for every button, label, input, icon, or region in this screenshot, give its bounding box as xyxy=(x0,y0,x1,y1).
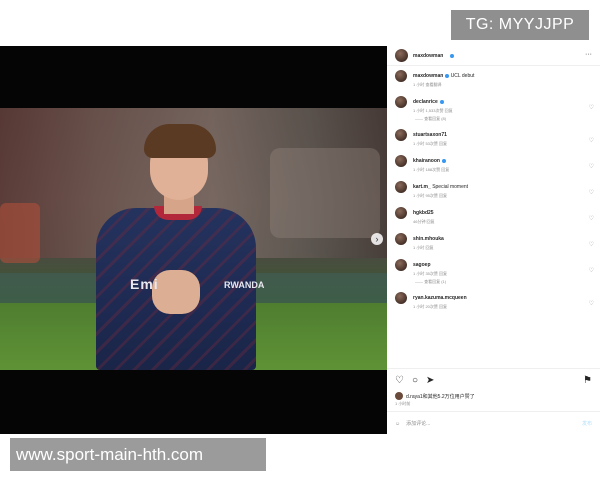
avatar[interactable] xyxy=(395,49,408,62)
add-comment-bar: ☺ 添加评论... 发布 xyxy=(387,411,600,435)
comment-meta: 1 小时 95次赞 回复 xyxy=(413,193,448,198)
instagram-post-viewer: Emi RWANDA › maxdowman ··· maxdowman UCL… xyxy=(0,46,600,434)
comment-item: kart.m_ Special moment 1 小时 95次赞 回复 ♡ xyxy=(387,181,600,207)
watermark-url: www.sport-main-hth.com xyxy=(10,438,266,471)
like-comment-icon[interactable]: ♡ xyxy=(589,215,594,222)
avatar[interactable] xyxy=(395,96,407,108)
like-comment-icon[interactable]: ♡ xyxy=(589,189,594,196)
like-comment-icon[interactable]: ♡ xyxy=(589,104,594,111)
comment-meta: 1 小时 188次赞 回复 xyxy=(413,167,450,172)
comment-item: hgkbd25 46分钟 回复 ♡ xyxy=(387,207,600,233)
post-date: 1 小时前 xyxy=(395,401,411,406)
comment-meta: 1 小时 53次赞 回复 xyxy=(413,141,448,146)
comment-user[interactable]: sagoep xyxy=(413,262,431,268)
like-comment-icon[interactable]: ♡ xyxy=(589,241,594,248)
next-slide-icon[interactable]: › xyxy=(371,233,383,245)
verified-badge-icon xyxy=(445,73,450,78)
comment-meta: 46分钟 回复 xyxy=(413,219,435,224)
verified-badge-icon xyxy=(439,99,444,104)
player-figure: Emi RWANDA xyxy=(88,124,264,370)
post-actions: ♡ ○ ➤ ⚑ d.raya1和其他5.2万位用户赞了 1 小时前 ☺ 添加评论… xyxy=(387,368,600,434)
more-options-icon[interactable]: ··· xyxy=(585,51,592,58)
comment-item: shin.mhouka 1 小时 回复 ♡ xyxy=(387,233,600,259)
bookmark-icon[interactable]: ⚑ xyxy=(583,375,592,386)
comment-user[interactable]: kart.m_ xyxy=(413,184,431,190)
avatar[interactable] xyxy=(395,129,407,141)
avatar[interactable] xyxy=(395,70,407,82)
comment-user[interactable]: shin.mhouka xyxy=(413,236,444,242)
comment-meta: 1 小时 1,533次赞 回复 xyxy=(413,108,453,113)
comment-meta: 1 小时 查看翻译 xyxy=(413,82,442,87)
comment-meta: 1 小时 20次赞 回复 xyxy=(413,304,448,309)
like-comment-icon[interactable]: ♡ xyxy=(589,267,594,274)
comment-user[interactable]: khairanoon xyxy=(413,158,440,164)
avatar[interactable] xyxy=(395,155,407,167)
post-comment-button[interactable]: 发布 xyxy=(582,420,592,427)
comment-meta: 1 小时 35次赞 回复 xyxy=(413,271,448,276)
comments-list: maxdowman UCL debut 1 小时 查看翻译 declanrice… xyxy=(387,70,600,318)
comment-item: khairanoon 1 小时 188次赞 回复 ♡ xyxy=(387,155,600,181)
screenshot-root: TG: MYYJJPP Emi RWANDA › maxdowman ··· m… xyxy=(0,0,600,480)
verified-badge-icon xyxy=(441,158,446,163)
like-comment-icon[interactable]: ♡ xyxy=(589,163,594,170)
like-comment-icon[interactable]: ♡ xyxy=(589,300,594,307)
comments-panel: maxdowman ··· maxdowman UCL debut 1 小时 查… xyxy=(387,46,600,434)
comment-item: ryan.kazuma.mcqueen 1 小时 20次赞 回复 ♡ xyxy=(387,292,600,318)
like-icon[interactable]: ♡ xyxy=(395,375,404,386)
watermark-tg: TG: MYYJJPP xyxy=(451,10,589,40)
post-media: Emi RWANDA › xyxy=(0,46,387,434)
avatar xyxy=(395,392,403,400)
post-photo: Emi RWANDA xyxy=(0,108,387,370)
view-replies-link[interactable]: —— 查看回复 (1) xyxy=(415,279,446,285)
comment-user[interactable]: hgkbd25 xyxy=(413,210,434,216)
comment-user[interactable]: declanrice xyxy=(413,99,438,105)
likes-summary[interactable]: d.raya1和其他5.2万位用户赞了 xyxy=(395,392,475,400)
jersey-sponsor: Emi xyxy=(130,276,159,292)
avatar[interactable] xyxy=(395,181,407,193)
comment-text: Special moment xyxy=(432,184,469,190)
comment-icon[interactable]: ○ xyxy=(412,375,418,386)
likes-text: d.raya1和其他5.2万位用户赞了 xyxy=(406,393,475,400)
avatar[interactable] xyxy=(395,292,407,304)
comment-item: stuartsaxon71 1 小时 53次赞 回复 ♡ xyxy=(387,129,600,155)
add-comment-input[interactable]: 添加评论... xyxy=(406,420,430,427)
like-comment-icon[interactable]: ♡ xyxy=(589,137,594,144)
jersey-sponsor-right: RWANDA xyxy=(224,280,265,290)
comment-meta: 1 小时 回复 xyxy=(413,245,434,250)
avatar[interactable] xyxy=(395,233,407,245)
comment-item: sagoep 1 小时 35次赞 回复 ♡ —— 查看回复 (1) xyxy=(387,259,600,292)
comment-user[interactable]: stuartsaxon71 xyxy=(413,132,447,138)
avatar[interactable] xyxy=(395,207,407,219)
comment-item: declanrice 1 小时 1,533次赞 回复 ♡ —— 查看回复 (8) xyxy=(387,96,600,129)
comment-item: maxdowman UCL debut 1 小时 查看翻译 xyxy=(387,70,600,96)
comment-user[interactable]: maxdowman xyxy=(413,73,443,79)
view-replies-link[interactable]: —— 查看回复 (8) xyxy=(415,116,446,122)
verified-badge-icon xyxy=(450,53,455,58)
post-author[interactable]: maxdowman xyxy=(413,53,443,59)
post-header: maxdowman ··· xyxy=(387,46,600,66)
emoji-icon[interactable]: ☺ xyxy=(395,421,400,427)
comment-text: UCL debut xyxy=(450,73,475,79)
avatar[interactable] xyxy=(395,259,407,271)
comment-user[interactable]: ryan.kazuma.mcqueen xyxy=(413,295,467,301)
share-icon[interactable]: ➤ xyxy=(426,375,434,386)
